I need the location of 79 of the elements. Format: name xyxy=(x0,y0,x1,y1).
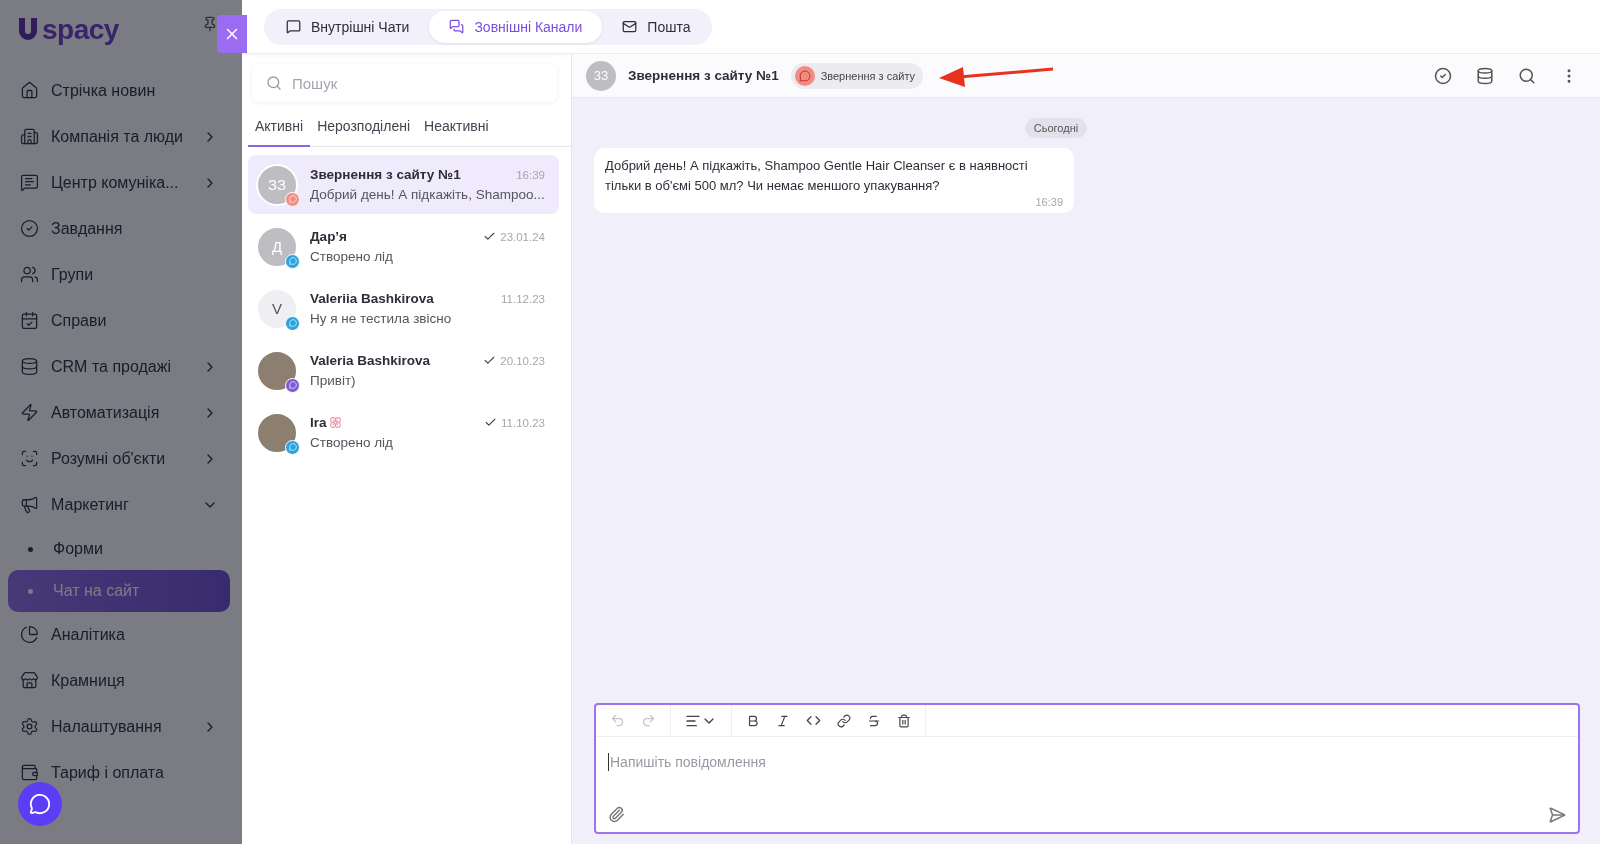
sidebar-item-icon xyxy=(20,357,39,376)
avatar-initials: V xyxy=(272,300,282,317)
pin-icon[interactable] xyxy=(202,16,218,32)
chat-name: Звернення з сайту №1 xyxy=(310,167,461,182)
sidebar-item[interactable]: Аналітика xyxy=(8,612,230,657)
sidebar-item-icon xyxy=(20,265,39,284)
search-icon xyxy=(266,75,282,91)
message-time: 16:39 xyxy=(1035,196,1063,208)
chat-item[interactable]: Ira 11.10.23 Створено лід xyxy=(248,403,559,462)
sidebar-item-icon xyxy=(20,625,39,644)
sidebar-item-icon xyxy=(20,403,39,422)
filter-tab[interactable]: Нерозподілені xyxy=(310,108,417,147)
chat-bubble-icon xyxy=(286,19,301,34)
chat-item[interactable]: V Valeriia Bashkirova 11.12.23 Ну я не тестила звісно xyxy=(248,279,559,338)
sidebar-item[interactable]: Центр комуніка... xyxy=(8,160,230,205)
logo-text: spacy xyxy=(42,14,119,46)
chat-time: 11.10.23 xyxy=(501,416,545,429)
source-chip: Звернення з сайту xyxy=(790,62,924,89)
chat-support-button[interactable] xyxy=(18,782,62,826)
chat-preview: Привіт) xyxy=(310,373,357,388)
sidebar-item[interactable]: Стрічка новин xyxy=(8,68,230,113)
chat-time: 11.12.23 xyxy=(501,292,545,305)
mail-icon xyxy=(622,19,638,34)
sidebar-subitem[interactable]: Форми xyxy=(8,528,230,570)
paperclip-icon[interactable] xyxy=(608,806,625,824)
sidebar-item[interactable]: Завдання xyxy=(8,206,230,251)
chat-preview: Ну я не тестила звісно xyxy=(310,311,453,326)
chat-name: Valeriia Bashkirova xyxy=(310,291,434,306)
sidebar-item[interactable]: CRM та продажі xyxy=(8,344,230,389)
search-field[interactable]: Пошук xyxy=(252,64,557,102)
chat-name: Дар’я xyxy=(310,229,347,244)
chat-item[interactable]: Д Дар’я 23.01.24 Створено лід xyxy=(248,217,559,276)
sidebar-item-icon xyxy=(20,495,39,514)
sidebar-item-icon xyxy=(20,81,39,100)
message-text: Добрий день! А підкажіть, Shampoo Gentle Hair Cleanser є в наявності тільки в об'ємі 500 мл? Чи немає меншого упакування? xyxy=(605,157,1029,195)
sidebar-subitem[interactable]: Чат на сайт xyxy=(8,570,230,612)
chat-preview: Створено лід xyxy=(310,435,394,450)
chat-name: Valeria Bashkirova xyxy=(310,353,431,368)
avatar-initials: ЗЗ xyxy=(267,176,287,193)
search-input[interactable]: Пошук xyxy=(290,73,543,93)
sidebar-item-icon xyxy=(20,127,39,146)
flower-icon xyxy=(328,416,342,429)
chat-item[interactable]: ЗЗ Звернення з сайту №1 16:39 Добрий день! А підкажіть, Shampoo... xyxy=(248,155,559,214)
chat-name: Ira xyxy=(310,415,327,430)
sidebar-item-icon xyxy=(20,763,39,782)
sidebar-item-icon xyxy=(20,717,39,736)
filter-tab[interactable]: Неактивні xyxy=(417,108,496,147)
chat-bubbles-icon xyxy=(449,19,465,34)
sidebar-item-icon xyxy=(20,219,39,238)
chat-time: 23.01.24 xyxy=(500,230,545,243)
sidebar-item[interactable]: Крамниця xyxy=(8,658,230,703)
avatar: ЗЗ xyxy=(586,60,616,91)
sidebar-item-icon xyxy=(20,173,39,192)
sidebar-item[interactable]: Маркетинг xyxy=(8,482,230,527)
chat-time: 16:39 xyxy=(516,168,545,181)
sidebar-item[interactable]: Автоматизація xyxy=(8,390,230,435)
conversation-title: Звернення з сайту №1 xyxy=(628,68,779,83)
chat-time: 20.10.23 xyxy=(500,354,545,367)
sidebar-item-icon xyxy=(20,671,39,690)
channel-tab[interactable]: Внутрішні Чати xyxy=(266,10,430,43)
sidebar-item-icon xyxy=(20,311,39,330)
sidebar-item[interactable]: Розумні об'єкти xyxy=(8,436,230,481)
sidebar-item-icon xyxy=(20,449,39,468)
chat-preview: Добрий день! А підкажіть, Shampoo... xyxy=(310,187,545,202)
sidebar-item[interactable]: Групи xyxy=(8,252,230,297)
chat-bubble-icon xyxy=(29,793,51,815)
send-icon[interactable] xyxy=(1548,806,1566,824)
avatar-initials: Д xyxy=(271,238,283,255)
sidebar-item[interactable]: Компанія та люди xyxy=(8,114,230,159)
channel-tab[interactable]: Пошта xyxy=(602,10,711,43)
filter-tab[interactable]: Активні xyxy=(248,108,311,147)
chat-item[interactable]: Valeria Bashkirova 20.10.23 Привіт) xyxy=(248,341,559,400)
sidebar-item[interactable]: Справи xyxy=(8,298,230,343)
date-divider: Сьогодні xyxy=(1024,118,1088,138)
chat-preview: Створено лід xyxy=(310,249,394,264)
chat-bubble-icon xyxy=(794,65,815,86)
sidebar-item[interactable]: Тариф і оплата xyxy=(8,750,230,795)
sidebar-item[interactable]: Налаштування xyxy=(8,704,230,749)
channel-tab[interactable]: Зовнішні Канали xyxy=(429,10,603,43)
